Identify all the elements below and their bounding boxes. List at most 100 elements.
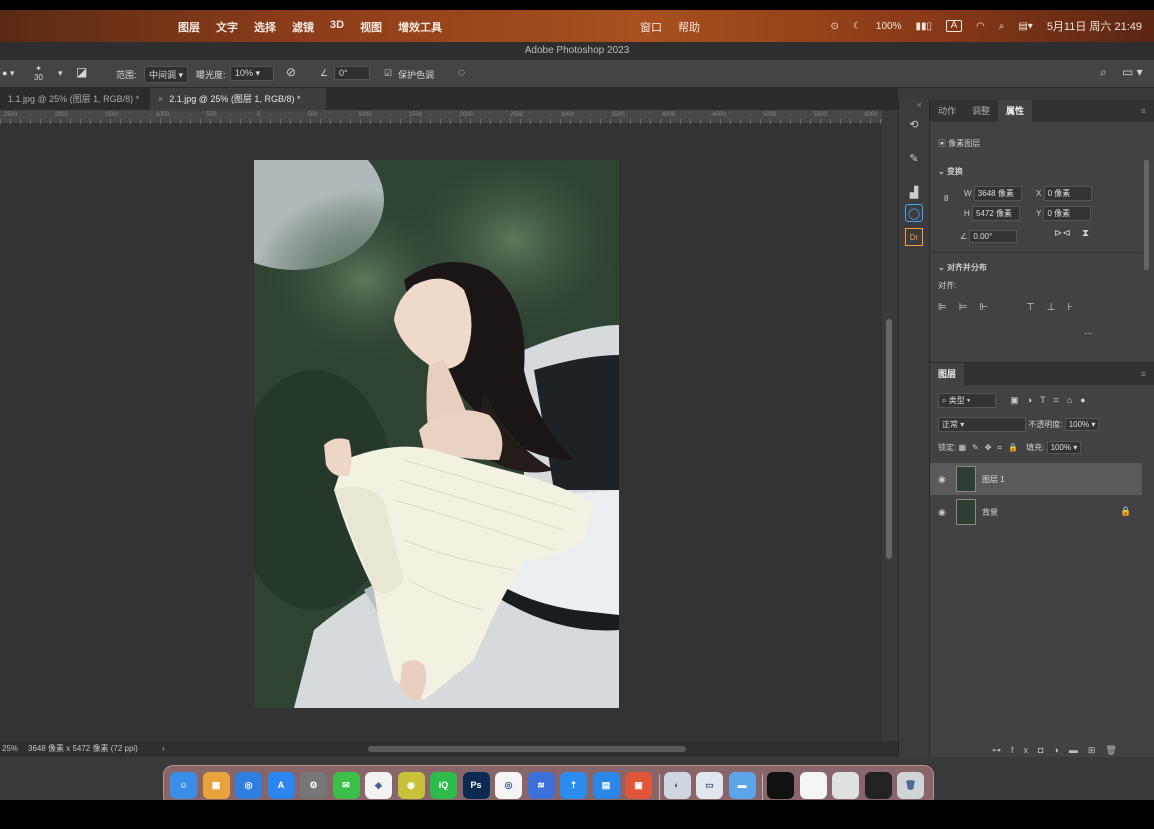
menu-plugins[interactable]: 增效工具 bbox=[398, 19, 442, 35]
dock-baidu-netdisk-icon[interactable]: ◈ bbox=[365, 772, 392, 799]
tab-actions[interactable]: 动作 bbox=[930, 100, 964, 122]
zoom-level[interactable]: 25% bbox=[2, 741, 18, 757]
color-ring-icon[interactable]: ◯ bbox=[905, 204, 923, 222]
dock-app-red-icon[interactable]: ▣ bbox=[625, 772, 652, 799]
layer-row[interactable]: ◉ 背景 🔒 bbox=[930, 496, 1142, 528]
canvas-area[interactable] bbox=[0, 124, 882, 741]
layer-actions[interactable]: ⊶fx◘◑▬⊞🗑 bbox=[992, 745, 1127, 756]
lock-icons[interactable]: ▦✎✥⌗🔒 bbox=[958, 443, 1023, 452]
dock-trash-icon[interactable]: 🗑 bbox=[897, 772, 924, 799]
align-buttons[interactable]: ⊫⊨⊩ bbox=[938, 302, 1000, 313]
filter-select[interactable]: ⌕ 类型 ▾ bbox=[938, 393, 996, 408]
angle-field[interactable]: 0° bbox=[334, 66, 370, 80]
panel-menu-icon[interactable]: ≡ bbox=[1133, 100, 1154, 122]
vertical-scrollbar[interactable] bbox=[882, 124, 898, 741]
tab-document-1[interactable]: 1.1.jpg @ 25% (图层 1, RGB/8) * bbox=[0, 88, 150, 110]
filter-icons[interactable]: ▣◑T⌗⌂● bbox=[1010, 395, 1093, 405]
blend-mode-select[interactable]: 正常 ▾ bbox=[938, 417, 1026, 432]
more-options-button[interactable]: ... bbox=[1084, 326, 1092, 337]
tab-document-2[interactable]: × 2.1.jpg @ 25% (图层 1, RGB/8) * bbox=[150, 88, 326, 110]
battery-icon[interactable]: ▮▮▯ bbox=[915, 21, 932, 32]
x-field[interactable]: 0 像素 bbox=[1043, 186, 1092, 201]
dock-system-settings-icon[interactable]: ⚙ bbox=[300, 772, 327, 799]
horizontal-ruler[interactable]: 2500 2000 1500 1000 500 0 500 1000 1500 2000 2500 3… bbox=[0, 110, 882, 124]
dock-app-store-icon[interactable]: A bbox=[267, 772, 295, 799]
history-icon[interactable]: ⟲ bbox=[905, 116, 923, 134]
visibility-eye-icon[interactable]: ◉ bbox=[938, 507, 946, 518]
brush-panel-icon[interactable]: ✎ bbox=[905, 150, 923, 168]
search-icon[interactable]: ⌕ bbox=[1100, 65, 1107, 80]
width-field[interactable]: 3648 像素 bbox=[973, 186, 1022, 201]
dr-plugin-icon[interactable]: Dr bbox=[905, 228, 923, 246]
tab-layers[interactable]: 图层 bbox=[930, 363, 965, 385]
close-tab-icon[interactable]: × bbox=[158, 94, 163, 104]
pressure-icon[interactable]: ◌ bbox=[458, 65, 465, 79]
document-image[interactable] bbox=[254, 160, 619, 708]
horizontal-scroll-thumb[interactable] bbox=[368, 746, 686, 752]
menu-filter[interactable]: 滤镜 bbox=[292, 19, 314, 35]
range-select[interactable]: 中间调 ▾ bbox=[144, 66, 189, 83]
layer-name[interactable]: 图层 1 bbox=[982, 474, 1005, 485]
brush-preset-icon[interactable]: ● ▾ bbox=[2, 68, 14, 79]
tab-adjustments[interactable]: 调整 bbox=[964, 100, 998, 122]
dock-folder-icon[interactable]: ▬ bbox=[728, 772, 756, 799]
visibility-eye-icon[interactable]: ◉ bbox=[938, 474, 946, 485]
dock-wechat-icon[interactable]: ✉ bbox=[332, 772, 360, 799]
link-icon[interactable]: 8 bbox=[944, 194, 948, 203]
wifi-icon[interactable]: ◠ bbox=[976, 21, 985, 32]
dock-window-2-icon[interactable] bbox=[799, 772, 827, 799]
dock-app-yellow-icon[interactable]: ◉ bbox=[397, 772, 425, 799]
dock-finder-icon[interactable]: ☺ bbox=[170, 772, 197, 799]
rotation-field[interactable]: 0.00° bbox=[969, 230, 1018, 243]
protect-tones-checkbox[interactable]: ☑ bbox=[384, 68, 392, 79]
align-header[interactable]: ⌄ 对齐并分布 bbox=[938, 262, 987, 273]
dock-app-feishu-icon[interactable]: ≋ bbox=[527, 772, 555, 799]
menu-layer[interactable]: 图层 bbox=[178, 19, 200, 35]
dock-photoshop-icon[interactable]: Ps bbox=[462, 772, 490, 799]
vertical-scroll-thumb[interactable] bbox=[886, 319, 892, 559]
brush-settings-icon[interactable]: ◪ bbox=[76, 65, 87, 79]
record-icon[interactable]: ⊙ bbox=[831, 21, 839, 32]
flip-horizontal-icon[interactable]: ⊳⊲ bbox=[1054, 228, 1071, 239]
tab-properties[interactable]: 属性 bbox=[998, 100, 1033, 122]
dock-window-3-icon[interactable] bbox=[832, 772, 859, 799]
spotlight-search-icon[interactable]: ⌕ bbox=[999, 21, 1005, 32]
panel-menu-icon[interactable]: ≡ bbox=[1133, 363, 1154, 385]
moon-icon[interactable]: ☾ bbox=[853, 21, 862, 32]
menubar-clock[interactable]: 5月11日 周六 21:49 bbox=[1047, 18, 1142, 34]
transform-header[interactable]: ⌄ 变换 bbox=[938, 166, 963, 177]
airbrush-icon[interactable]: ⊘ bbox=[286, 65, 296, 79]
dock-launchpad-icon[interactable]: ▦ bbox=[202, 772, 230, 799]
brush-size-picker[interactable]: ✦ 30 bbox=[34, 64, 43, 82]
fill-field[interactable]: 100% ▾ bbox=[1046, 441, 1082, 454]
histogram-icon[interactable]: ▟ bbox=[905, 184, 923, 202]
menu-window[interactable]: 窗口 bbox=[640, 19, 662, 35]
exposure-field[interactable]: 10% ▾ bbox=[230, 66, 274, 81]
properties-scrollbar[interactable] bbox=[1144, 160, 1149, 270]
dock-app-arrow-icon[interactable]: ⇡ bbox=[560, 772, 587, 799]
dock-window-1-icon[interactable] bbox=[767, 772, 794, 799]
height-field[interactable]: 5472 像素 bbox=[972, 206, 1021, 221]
dock-keynote-icon[interactable]: ▤ bbox=[592, 772, 620, 799]
collapse-icon[interactable]: « bbox=[917, 100, 921, 109]
menu-help[interactable]: 帮助 bbox=[678, 19, 700, 35]
flip-vertical-icon[interactable]: ⧗ bbox=[1082, 228, 1089, 239]
opacity-field[interactable]: 100% ▾ bbox=[1064, 418, 1100, 431]
chevron-right-icon[interactable]: › bbox=[162, 741, 165, 757]
dock-window-4-icon[interactable] bbox=[864, 772, 892, 799]
align-vertical-buttons[interactable]: ⊤⊥⊦ bbox=[1026, 302, 1085, 313]
dock-app-blue-ring-icon[interactable]: ◎ bbox=[495, 772, 522, 799]
layer-name[interactable]: 背景 bbox=[982, 507, 998, 518]
dock-app-screens-icon[interactable]: ▭ bbox=[696, 772, 723, 799]
layer-row[interactable]: ◉ 图层 1 bbox=[930, 463, 1142, 495]
dock-preview-icon[interactable]: ◐ bbox=[663, 772, 691, 799]
document-info[interactable]: 3648 像素 x 5472 像素 (72 ppi) bbox=[28, 741, 138, 757]
menu-3d[interactable]: 3D bbox=[330, 19, 344, 35]
y-field[interactable]: 0 像素 bbox=[1043, 206, 1092, 221]
menu-type[interactable]: 文字 bbox=[216, 19, 238, 35]
dock-iqiyi-icon[interactable]: iQ bbox=[430, 772, 457, 799]
control-center-icon[interactable]: ▤▾ bbox=[1018, 21, 1032, 32]
menu-view[interactable]: 视图 bbox=[360, 19, 382, 35]
workspace-icon[interactable]: ▭ ▾ bbox=[1122, 65, 1143, 79]
menu-select[interactable]: 选择 bbox=[254, 19, 276, 35]
